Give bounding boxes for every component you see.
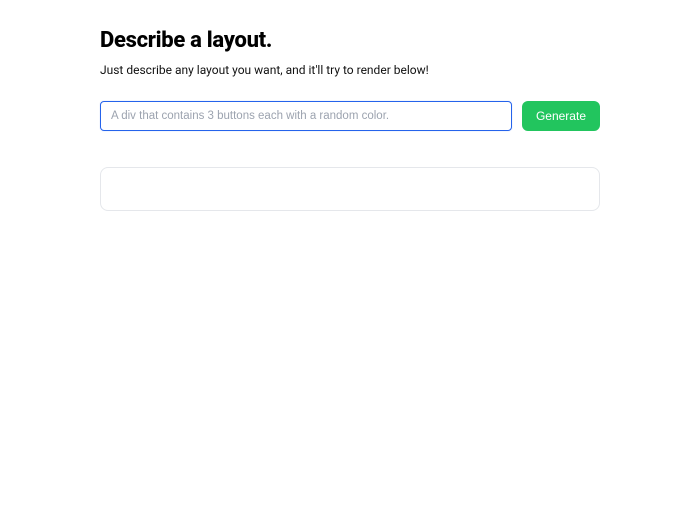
prompt-input[interactable] (100, 101, 512, 131)
generate-button[interactable]: Generate (522, 101, 600, 131)
page-title: Describe a layout. (100, 28, 600, 53)
page-subtitle: Just describe any layout you want, and i… (100, 63, 600, 77)
output-panel (100, 167, 600, 211)
page-container: Describe a layout. Just describe any lay… (0, 0, 700, 211)
prompt-row: Generate (100, 101, 600, 131)
